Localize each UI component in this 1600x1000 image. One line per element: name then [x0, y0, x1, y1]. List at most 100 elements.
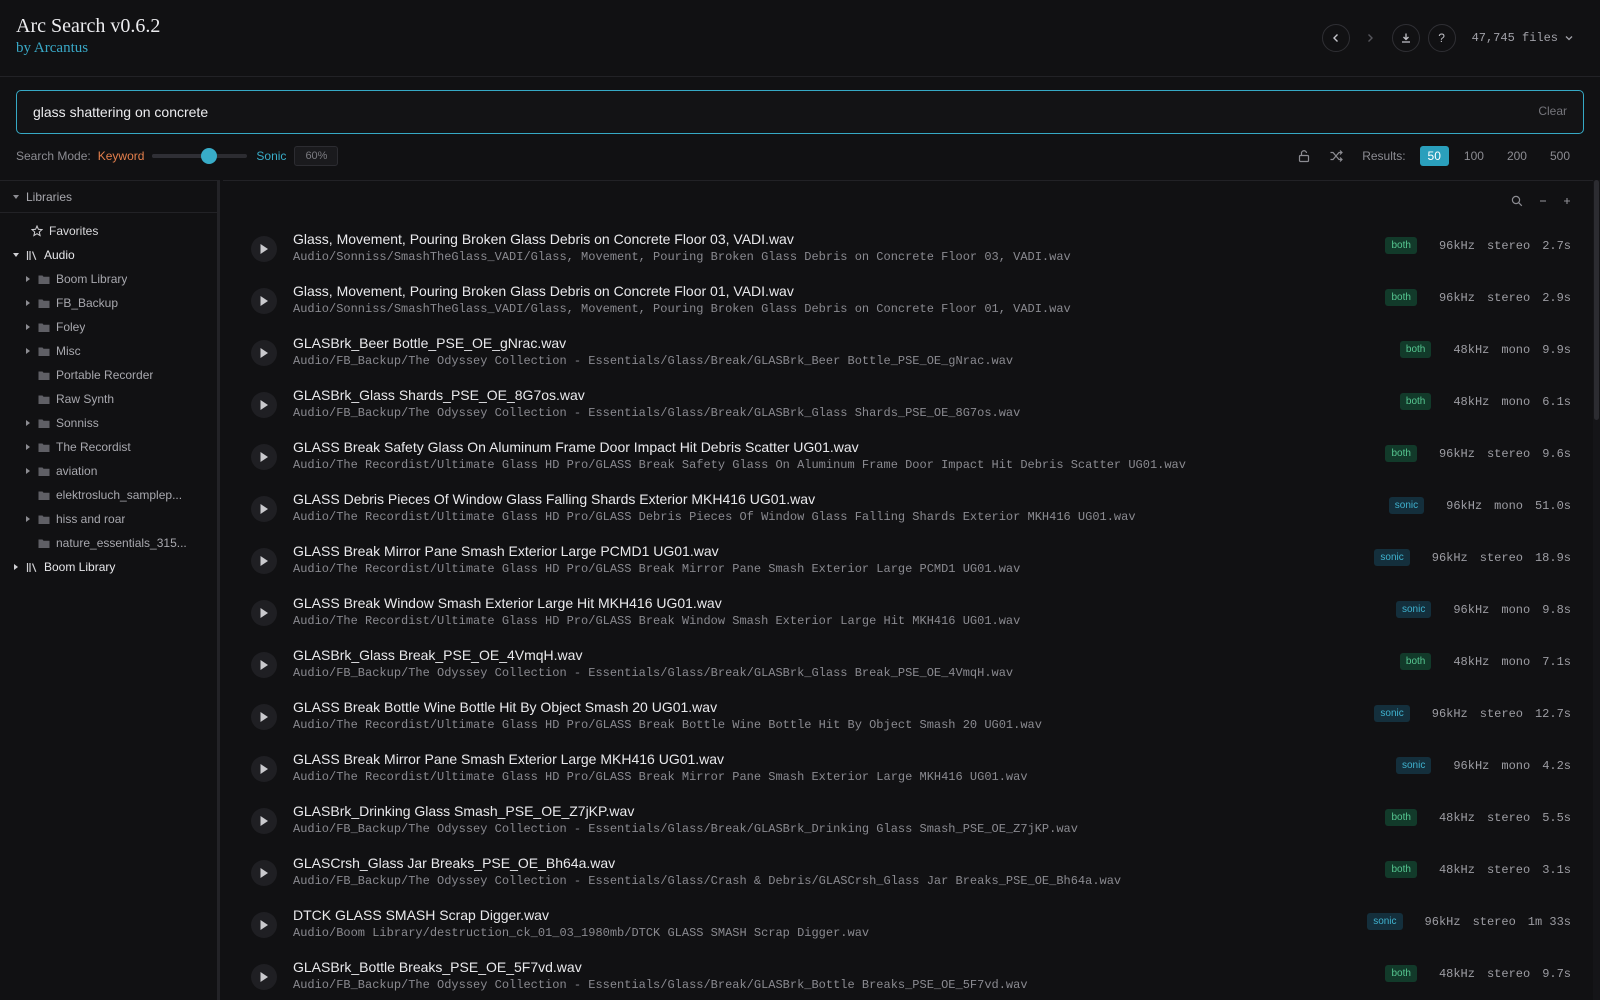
play-button[interactable]	[251, 860, 277, 886]
play-icon	[260, 608, 268, 618]
mode-sonic-label[interactable]: Sonic	[256, 149, 286, 163]
play-button[interactable]	[251, 652, 277, 678]
play-button[interactable]	[251, 444, 277, 470]
result-meta: sonic 96kHz mono 9.8s	[1396, 601, 1571, 618]
folder-icon	[37, 490, 51, 501]
channels: stereo	[1486, 862, 1531, 877]
triangle-right-icon[interactable]	[23, 467, 33, 475]
result-row[interactable]: Glass, Movement, Pouring Broken Glass De…	[223, 223, 1593, 275]
play-button[interactable]	[251, 288, 277, 314]
search-results-button[interactable]	[1511, 195, 1523, 207]
mode-percent-display: 60%	[294, 146, 339, 166]
back-button[interactable]	[1321, 24, 1350, 52]
result-title: GLASS Break Window Smash Exterior Large …	[293, 595, 722, 611]
play-button[interactable]	[251, 392, 277, 418]
result-row[interactable]: GLASBrk_Beer Bottle_PSE_OE_gNrac.wav Audi…	[223, 327, 1593, 379]
results-option-100[interactable]: 100	[1456, 146, 1492, 166]
result-meta: both 48kHz mono 9.9s	[1399, 341, 1571, 358]
clear-button[interactable]: Clear	[1538, 104, 1567, 118]
triangle-right-icon[interactable]	[23, 347, 33, 355]
sidebar-folder[interactable]: nature_essentials_315...	[0, 531, 217, 555]
zoom-in-button[interactable]	[1563, 197, 1571, 205]
sidebar-folder[interactable]: Foley	[0, 315, 217, 339]
result-row[interactable]: Glass, Movement, Pouring Broken Glass De…	[223, 275, 1593, 327]
result-row[interactable]: GLASS Break Mirror Pane Smash Exterior L…	[223, 743, 1593, 795]
sample-rate: 96kHz	[1438, 290, 1475, 305]
results-option-50[interactable]: 50	[1419, 146, 1449, 166]
result-title: GLASCrsh_Glass Jar Breaks_PSE_OE_Bh64a.w…	[293, 855, 616, 871]
sidebar-folder[interactable]: Boom Library	[0, 267, 217, 291]
search-input[interactable]	[33, 91, 1453, 133]
file-count-dropdown[interactable]: 47,745 files	[1472, 31, 1574, 45]
play-button[interactable]	[251, 600, 277, 626]
play-button[interactable]	[251, 236, 277, 262]
libraries-header[interactable]: Libraries	[0, 181, 217, 213]
result-row[interactable]: GLASBrk_Glass Shards_PSE_OE_8G7os.wav Aud…	[223, 379, 1593, 431]
sidebar-library-1[interactable]: Boom Library	[0, 555, 217, 579]
mode-keyword-label[interactable]: Keyword	[98, 149, 145, 163]
result-row[interactable]: GLASBrk_Glass Break_PSE_OE_4VmqH.wav Audi…	[223, 639, 1593, 691]
sample-rate: 48kHz	[1438, 862, 1475, 877]
help-button[interactable]: ?	[1427, 24, 1456, 52]
channels: mono	[1501, 394, 1531, 409]
forward-button[interactable]	[1356, 24, 1384, 52]
results-option-500[interactable]: 500	[1542, 146, 1578, 166]
result-meta: both 48kHz stereo 5.5s	[1385, 809, 1571, 826]
result-row[interactable]: DTCK GLASS SMASH Scrap Digger.wav Audio/B…	[223, 899, 1593, 951]
play-button[interactable]	[251, 340, 277, 366]
result-row[interactable]: GLASS Break Safety Glass On Aluminum Fra…	[223, 431, 1593, 483]
sidebar-folder[interactable]: FB_Backup	[0, 291, 217, 315]
list-tools	[1495, 195, 1571, 207]
library-tree: Favorites Audio Boom Library FB_Backup Fole…	[0, 213, 217, 579]
result-title: GLASS Debris Pieces Of Window Glass Fall…	[293, 491, 816, 507]
result-row[interactable]: GLASCrsh_Glass Jar Breaks_PSE_OE_Bh64a.w…	[223, 847, 1593, 899]
result-row[interactable]: GLASBrk_Bottle Breaks_PSE_OE_5F7vd.wav Au…	[223, 951, 1593, 1000]
sidebar-folder[interactable]: aviation	[0, 459, 217, 483]
sidebar-library-0[interactable]: Audio	[0, 243, 217, 267]
result-meta: sonic 96kHz stereo 1m 33s	[1367, 913, 1571, 930]
scrollbar-thumb[interactable]	[1594, 180, 1599, 420]
folder-icon	[37, 322, 51, 333]
results-scrollbar[interactable]	[1593, 180, 1600, 1000]
app-subtitle[interactable]: by Arcantus	[16, 38, 160, 58]
triangle-right-icon[interactable]	[23, 275, 33, 283]
result-row[interactable]: GLASS Break Window Smash Exterior Large …	[223, 587, 1593, 639]
play-button[interactable]	[251, 808, 277, 834]
zoom-out-button[interactable]	[1539, 197, 1547, 205]
search-mode-slider[interactable]	[152, 148, 248, 164]
result-row[interactable]: GLASS Break Mirror Pane Smash Exterior L…	[223, 535, 1593, 587]
sidebar-folder[interactable]: Raw Synth	[0, 387, 217, 411]
libraries-header-label: Libraries	[26, 189, 73, 204]
shuffle-button[interactable]	[1329, 149, 1344, 163]
triangle-right-icon[interactable]	[23, 299, 33, 307]
sidebar-folder[interactable]: elektrosluch_samplep...	[0, 483, 217, 507]
sidebar-item-favorites[interactable]: Favorites	[0, 219, 217, 243]
sidebar-folder[interactable]: Portable Recorder	[0, 363, 217, 387]
result-row[interactable]: GLASBrk_Drinking Glass Smash_PSE_OE_Z7jK…	[223, 795, 1593, 847]
result-row[interactable]: GLASS Debris Pieces Of Window Glass Fall…	[223, 483, 1593, 535]
sidebar-folder[interactable]: Misc	[0, 339, 217, 363]
play-button[interactable]	[251, 964, 277, 990]
play-button[interactable]	[251, 548, 277, 574]
triangle-down-icon[interactable]	[11, 252, 21, 258]
download-button[interactable]	[1391, 24, 1420, 52]
sidebar-folder[interactable]: hiss and roar	[0, 507, 217, 531]
results-option-200[interactable]: 200	[1499, 146, 1535, 166]
folder-label: Raw Synth	[56, 392, 115, 406]
play-button[interactable]	[251, 704, 277, 730]
triangle-right-icon[interactable]	[23, 515, 33, 523]
result-path: Audio/FB_Backup/The Odyssey Collection -…	[293, 406, 1021, 420]
triangle-right-icon[interactable]	[23, 323, 33, 331]
play-button[interactable]	[251, 912, 277, 938]
triangle-right-icon[interactable]	[23, 443, 33, 451]
sidebar-folder[interactable]: The Recordist	[0, 435, 217, 459]
triangle-right-icon[interactable]	[23, 419, 33, 427]
play-icon	[260, 972, 268, 982]
unlock-button[interactable]	[1297, 149, 1311, 163]
triangle-right-icon[interactable]	[11, 563, 21, 571]
play-button[interactable]	[251, 756, 277, 782]
slider-thumb[interactable]	[201, 148, 218, 164]
result-row[interactable]: GLASS Break Bottle Wine Bottle Hit By Ob…	[223, 691, 1593, 743]
sidebar-folder[interactable]: Sonniss	[0, 411, 217, 435]
play-button[interactable]	[251, 496, 277, 522]
